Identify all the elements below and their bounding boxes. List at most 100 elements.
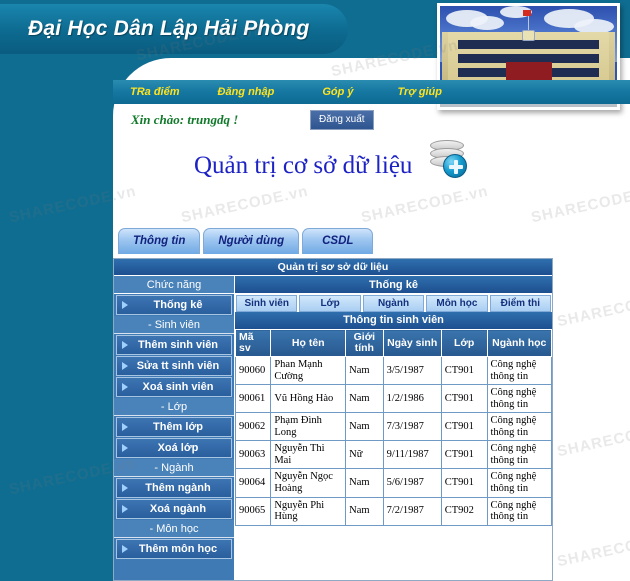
panel-title: Quản trị sơ sở dữ liệu	[114, 259, 552, 276]
greeting-text: Xin chào: trungdq !	[131, 112, 239, 127]
panel-content: Thống kê Sinh viên Lớp Ngành Môn học Điể…	[235, 276, 552, 580]
cell-ngay-sinh: 5/6/1987	[382, 468, 442, 498]
cell-nganh-hoc: Công nghệ thông tin	[486, 440, 552, 470]
tab-nguoi-dung[interactable]: Người dùng	[203, 228, 300, 254]
sidebar-group-nganh: - Ngành	[114, 459, 234, 477]
sidebar-item-label: Thêm môn học	[138, 543, 218, 555]
table-header-row: Mã sv Họ tên Giới tính Ngày sinh Lớp Ngà…	[235, 328, 552, 358]
cell-nganh-hoc: Công nghệ thông tin	[486, 412, 552, 442]
cell-ma-sv: 90061	[235, 384, 272, 414]
cell-lop: CT901	[440, 412, 488, 442]
cell-ho-ten: Phan Mạnh Cường	[270, 356, 347, 386]
cell-ma-sv: 90064	[235, 468, 272, 498]
flag-shape	[523, 10, 531, 16]
sidebar-item-label: Thống kê	[153, 299, 203, 311]
subtab-diem-thi[interactable]: Điểm thi	[489, 294, 552, 312]
crest-shape	[522, 30, 535, 41]
site-banner: Đại Học Dân Lập Hải Phòng	[0, 4, 348, 54]
cell-nganh-hoc: Công nghệ thông tin	[486, 496, 552, 526]
triangle-right-icon	[122, 341, 128, 349]
sidebar-item-label: Xoá ngành	[149, 503, 207, 515]
subtab-mon-hoc[interactable]: Môn học	[426, 294, 488, 312]
sidebar-item-them-sinh-vien[interactable]: Thêm sinh viên	[116, 335, 232, 355]
page-title: Quản trị cơ sở dữ liệu	[194, 152, 413, 179]
subtab-lop[interactable]: Lớp	[299, 294, 361, 312]
col-gioi-tinh: Giới tính	[345, 328, 384, 358]
sidebar-group-mon-hoc: - Môn học	[114, 520, 234, 538]
content-title: Thống kê	[235, 276, 552, 293]
triangle-right-icon	[122, 301, 128, 309]
cell-gioi-tinh: Nam	[345, 412, 384, 442]
sidebar-item-them-nganh[interactable]: Thêm ngành	[116, 478, 232, 498]
table-row[interactable]: 90065 Nguyễn Phi Hùng Nam 7/2/1987 CT902…	[235, 496, 552, 526]
cell-ho-ten: Vũ Hồng Hào	[270, 384, 347, 414]
tab-thong-tin[interactable]: Thông tin	[118, 228, 201, 254]
table-row[interactable]: 90063 Nguyễn Thi Mai Nữ 9/11/1987 CT901 …	[235, 440, 552, 470]
cell-ngay-sinh: 9/11/1987	[382, 440, 442, 470]
cell-lop: CT901	[440, 440, 488, 470]
table-row[interactable]: 90064 Nguyễn Ngọc Hoàng Nam 5/6/1987 CT9…	[235, 468, 552, 498]
subtab-nganh[interactable]: Ngành	[362, 294, 425, 312]
cell-gioi-tinh: Nam	[345, 356, 384, 386]
cell-ho-ten: Phạm Đình Long	[270, 412, 347, 442]
sidebar-item-xoa-sinh-vien[interactable]: Xoá sinh viên	[116, 377, 232, 397]
col-nganh-hoc: Ngành học	[486, 328, 552, 358]
nav-item-dang-nhap[interactable]: Đăng nhập	[218, 86, 275, 98]
cell-gioi-tinh: Nam	[345, 384, 384, 414]
cell-lop: CT901	[440, 468, 488, 498]
logout-button[interactable]: Đăng xuất	[310, 110, 374, 130]
cell-ngay-sinh: 7/3/1987	[382, 412, 442, 442]
sidebar-item-xoa-nganh[interactable]: Xoá ngành	[116, 499, 232, 519]
entrance-shape	[506, 62, 552, 80]
sidebar-item-label: Thêm ngành	[145, 482, 211, 494]
university-name: Đại Học Dân Lập Hải Phòng	[28, 17, 310, 40]
cell-ma-sv: 90063	[235, 440, 272, 470]
cell-nganh-hoc: Công nghệ thông tin	[486, 384, 552, 414]
sidebar-group-lop: - Lớp	[114, 398, 234, 416]
triangle-right-icon	[122, 545, 128, 553]
nav-item-tro-giup[interactable]: Trợ giúp	[398, 86, 442, 98]
subtab-sinh-vien[interactable]: Sinh viên	[236, 294, 298, 312]
sidebar-group-sinh-vien: - Sinh viên	[114, 316, 234, 334]
page-root: Đại Học Dân Lập Hải Phòng TRa điểm Đăng …	[0, 0, 630, 581]
content-subtabs: Sinh viên Lớp Ngành Môn học Điểm thi	[235, 293, 552, 312]
sidebar-item-label: Thêm lớp	[153, 421, 203, 433]
triangle-right-icon	[122, 444, 128, 452]
table-row[interactable]: 90060 Phan Mạnh Cường Nam 3/5/1987 CT901…	[235, 356, 552, 386]
cell-ho-ten: Nguyễn Thi Mai	[270, 440, 347, 470]
cell-ma-sv: 90065	[235, 496, 272, 526]
sidebar-item-label: Xoá lớp	[157, 442, 199, 454]
tab-csdl[interactable]: CSDL	[302, 228, 374, 254]
sidebar-item-them-lop[interactable]: Thêm lớp	[116, 417, 232, 437]
triangle-right-icon	[122, 362, 128, 370]
cell-gioi-tinh: Nữ	[345, 440, 384, 470]
function-sidebar: Chức năng Thống kê - Sinh viên Thêm sinh…	[114, 276, 235, 580]
main-tabs: Thông tin Người dùng CSDL	[118, 228, 374, 254]
left-band	[0, 0, 113, 581]
cell-lop: CT901	[440, 356, 488, 386]
sidebar-item-label: Thêm sinh viên	[137, 339, 219, 351]
cell-nganh-hoc: Công nghệ thông tin	[486, 468, 552, 498]
cell-lop: CT901	[440, 384, 488, 414]
triangle-right-icon	[122, 423, 128, 431]
sidebar-item-label: Sửa tt sinh viên	[136, 360, 220, 372]
sidebar-item-xoa-lop[interactable]: Xoá lớp	[116, 438, 232, 458]
cloud-shape	[470, 16, 504, 30]
student-table: Thông tin sinh viên Mã sv Họ tên Giới tí…	[235, 312, 552, 526]
building-windows	[458, 40, 599, 49]
nav-item-gop-y[interactable]: Góp ý	[322, 86, 353, 98]
cell-ngay-sinh: 3/5/1987	[382, 356, 442, 386]
table-row[interactable]: 90061 Vũ Hồng Hào Nam 1/2/1986 CT901 Côn…	[235, 384, 552, 414]
cell-ma-sv: 90062	[235, 412, 272, 442]
triangle-right-icon	[122, 383, 128, 391]
cell-ngay-sinh: 7/2/1987	[382, 496, 442, 526]
add-badge-icon	[443, 154, 467, 178]
sidebar-item-sua-tt-sinh-vien[interactable]: Sửa tt sinh viên	[116, 356, 232, 376]
triangle-right-icon	[122, 484, 128, 492]
sidebar-item-thong-ke[interactable]: Thống kê	[116, 295, 232, 315]
table-row[interactable]: 90062 Phạm Đình Long Nam 7/3/1987 CT901 …	[235, 412, 552, 442]
panel-body: Chức năng Thống kê - Sinh viên Thêm sinh…	[114, 276, 552, 580]
nav-item-tra-diem[interactable]: TRa điểm	[130, 86, 180, 98]
sidebar-item-them-mon-hoc[interactable]: Thêm môn học	[116, 539, 232, 559]
sidebar-item-label: Xoá sinh viên	[142, 381, 214, 393]
